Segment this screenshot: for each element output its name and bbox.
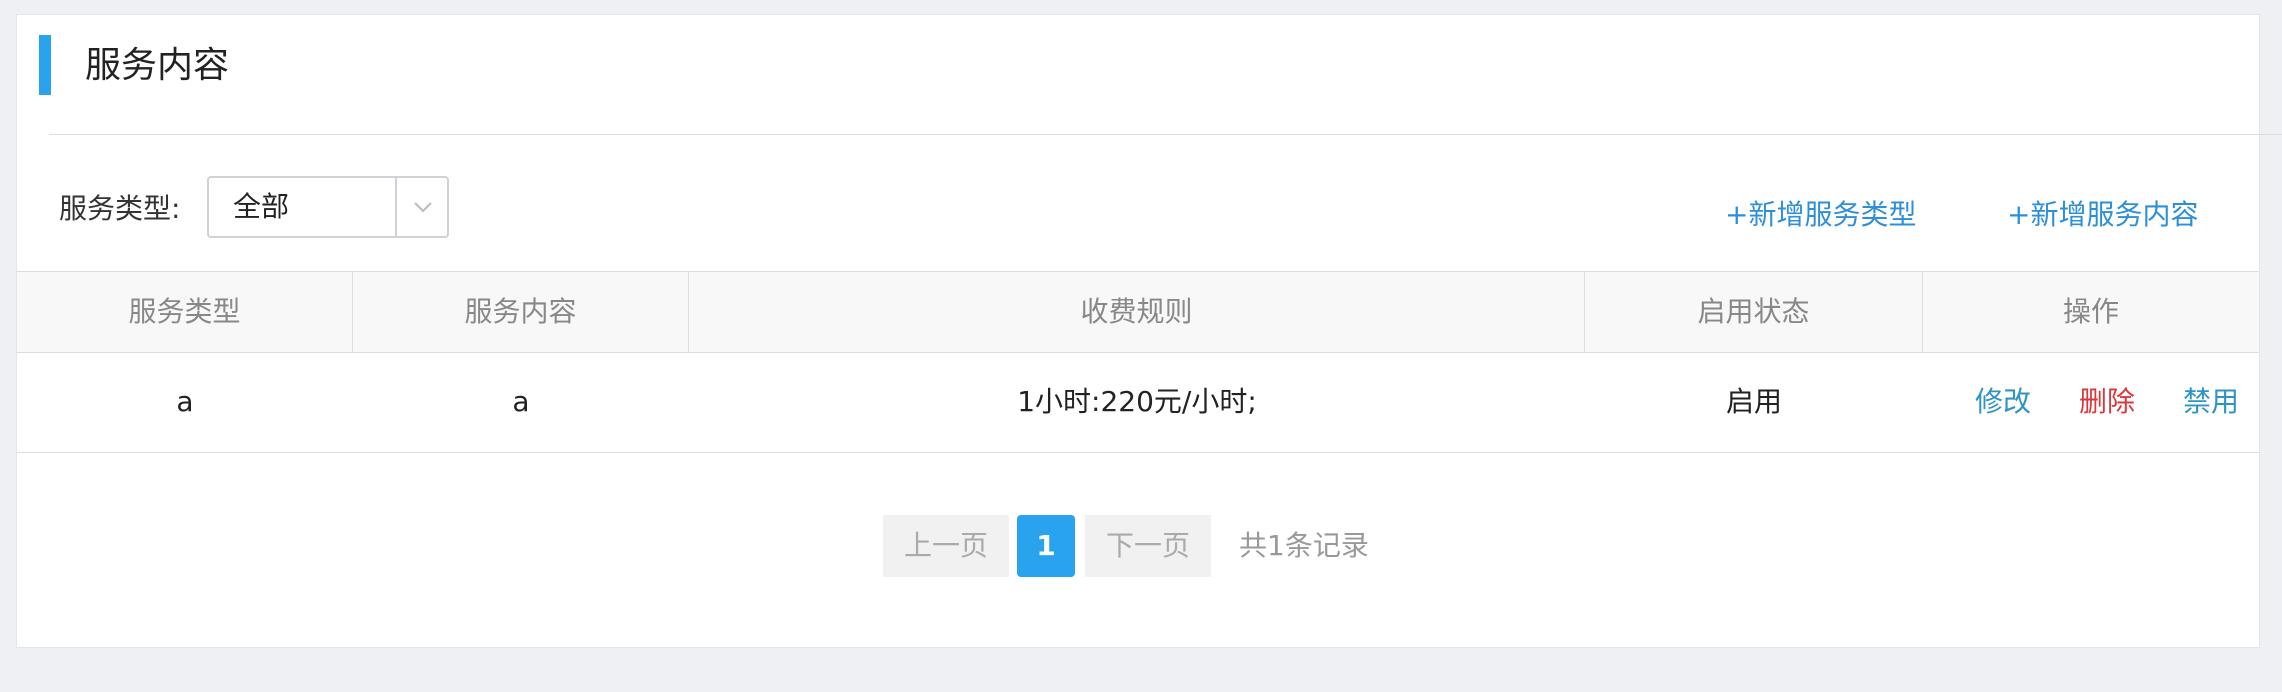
title-accent-bar (39, 35, 51, 95)
column-header-service-type: 服务类型 (17, 272, 353, 352)
table-header: 服务类型 服务内容 收费规则 启用状态 操作 (17, 271, 2259, 353)
prev-page-button[interactable]: 上一页 (883, 515, 1009, 577)
cell-status: 启用 (1725, 385, 1782, 418)
title-divider (49, 134, 2282, 135)
delete-button[interactable]: 删除 (2079, 353, 2135, 451)
cell-service-content: a (512, 385, 530, 418)
column-header-status: 启用状态 (1585, 272, 1923, 352)
total-records-text: 共1条记录 (1239, 529, 1369, 562)
table-row: a a 1小时:220元/小时; 启用 修改 删除 禁用 (17, 353, 2259, 453)
add-service-content-button[interactable]: +新增服务内容 (2007, 195, 2198, 235)
page-number-button[interactable]: 1 (1017, 515, 1075, 577)
service-content-panel: 服务内容 服务类型: 全部 +新增服务类型 +新增服务内容 服务类型 服务内容 … (16, 14, 2282, 648)
service-type-label: 服务类型: (59, 192, 181, 225)
column-header-fee-rule: 收费规则 (689, 272, 1585, 352)
column-header-actions: 操作 (2062, 295, 2119, 328)
add-service-type-button[interactable]: +新增服务类型 (1725, 195, 1916, 235)
cell-actions: 修改 删除 禁用 (1923, 353, 2259, 451)
column-header-service-content: 服务内容 (353, 272, 689, 352)
next-page-button[interactable]: 下一页 (1085, 515, 1211, 577)
cell-fee-rule: 1小时:220元/小时; (1017, 385, 1257, 418)
disable-button[interactable]: 禁用 (2183, 353, 2239, 451)
cell-service-type: a (176, 385, 194, 418)
chevron-down-icon (414, 202, 432, 213)
edit-button[interactable]: 修改 (1975, 353, 2031, 451)
select-dropdown-toggle[interactable] (395, 178, 447, 236)
service-type-select-value: 全部 (233, 190, 290, 223)
page-title: 服务内容 (85, 45, 230, 86)
service-type-select[interactable]: 全部 (207, 176, 449, 238)
